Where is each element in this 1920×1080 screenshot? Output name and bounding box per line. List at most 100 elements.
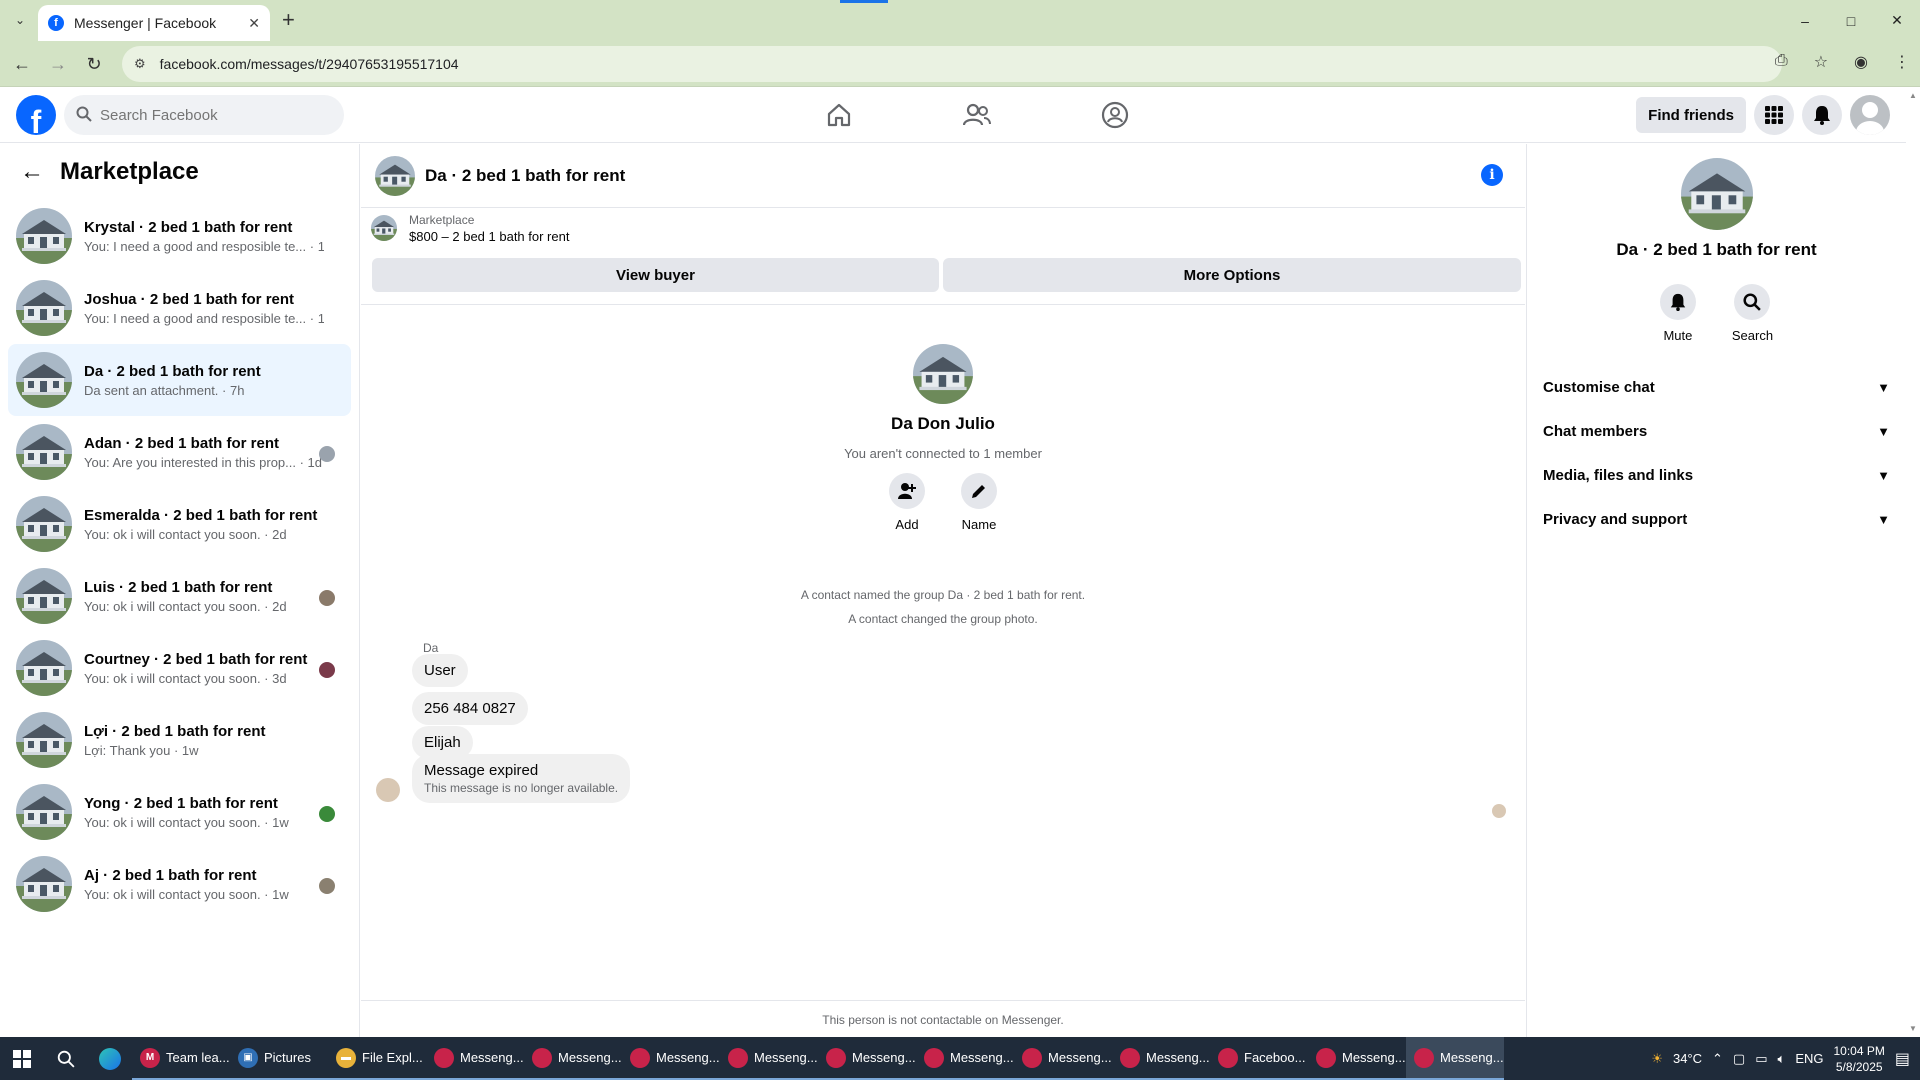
search-chat-button[interactable]: Search: [1732, 284, 1773, 343]
conversation-item[interactable]: Esmeralda · 2 bed 1 bath for rent You: ok…: [8, 488, 351, 560]
add-member-button[interactable]: Add: [889, 473, 925, 532]
date: 5/8/2025: [1835, 1059, 1883, 1074]
tab-close-icon[interactable]: ✕: [248, 15, 260, 32]
taskbar-app-button[interactable]: Messeng...: [524, 1037, 622, 1080]
chat-details-title: Da · 2 bed 1 bath for rent: [1616, 240, 1817, 259]
reload-button[interactable]: ↻: [82, 52, 106, 76]
taskbar-app-button[interactable]: Faceboo...: [1210, 1037, 1308, 1080]
taskbar-app-button[interactable]: Messeng...: [1014, 1037, 1112, 1080]
conversation-item[interactable]: Lợi · 2 bed 1 bath for rent Lợi: Thank yo…: [8, 704, 351, 776]
bookmark-star-icon[interactable]: ☆: [1814, 52, 1828, 72]
taskbar-app-button[interactable]: M Team lea...: [132, 1037, 230, 1080]
weather-temp[interactable]: 34°C: [1673, 1051, 1702, 1066]
taskbar-app-button[interactable]: Messeng...: [720, 1037, 818, 1080]
taskbar-app-label: File Expl...: [362, 1050, 423, 1065]
profile-icon[interactable]: ◉: [1854, 52, 1868, 72]
add-label: Add: [895, 517, 919, 532]
message-bubble[interactable]: 256 484 0827: [412, 692, 528, 725]
volume-icon[interactable]: 🔈︎: [1778, 1051, 1786, 1067]
notifications-bell-icon[interactable]: [1802, 95, 1842, 135]
find-friends-button[interactable]: Find friends: [1636, 97, 1746, 133]
taskbar-app-button[interactable]: Messeng...: [1406, 1037, 1504, 1080]
section-chat-members[interactable]: Chat members ▼: [1543, 409, 1890, 453]
window-controls: – □ ✕: [1782, 0, 1920, 41]
url-bar[interactable]: ⚙ facebook.com/messages/t/29407653195517…: [122, 46, 1782, 82]
back-button[interactable]: ←: [10, 52, 34, 76]
taskbar-app-button[interactable]: Messeng...: [426, 1037, 524, 1080]
taskbar-app-button[interactable]: ▣ Pictures: [230, 1037, 328, 1080]
forward-button[interactable]: →: [46, 52, 70, 76]
new-tab-button[interactable]: +: [282, 8, 295, 32]
taskbar-app-button[interactable]: Messeng...: [916, 1037, 1014, 1080]
group-photo: [913, 344, 973, 404]
taskbar-app-button[interactable]: Messeng...: [1308, 1037, 1406, 1080]
not-contactable-notice: This person is not contactable on Messen…: [361, 1000, 1525, 1037]
scroll-up-icon[interactable]: ▲: [1909, 91, 1917, 100]
chat-details-photo: [1680, 158, 1753, 230]
view-buyer-button[interactable]: View buyer: [372, 258, 939, 292]
notification-center-icon[interactable]: ▤: [1895, 1049, 1910, 1069]
language-indicator[interactable]: ENG: [1795, 1051, 1823, 1066]
edge-browser-icon[interactable]: [88, 1037, 132, 1080]
chat-avatar[interactable]: [375, 155, 415, 196]
section-customise-chat[interactable]: Customise chat ▼: [1543, 365, 1890, 409]
conversation-snippet: Da sent an attachment. · 7h: [84, 382, 245, 398]
close-window-button[interactable]: ✕: [1874, 0, 1920, 41]
tray-app-icon[interactable]: ▢: [1733, 1051, 1745, 1067]
clock[interactable]: 10:04 PM 5/8/2025: [1834, 1043, 1885, 1075]
search-input[interactable]: [100, 106, 320, 124]
marketplace-listing-bar[interactable]: Marketplace $800 – 2 bed 1 bath for rent: [361, 208, 1525, 248]
taskbar-app-button[interactable]: ▬ File Expl...: [328, 1037, 426, 1080]
taskbar-search-icon[interactable]: [44, 1037, 88, 1080]
conversation-item[interactable]: Courtney · 2 bed 1 bath for rent You: ok …: [8, 632, 351, 704]
info-icon[interactable]: i: [1481, 164, 1503, 186]
conversation-item[interactable]: Yong · 2 bed 1 bath for rent You: ok i wi…: [8, 776, 351, 848]
header-right-nav: Find friends: [1636, 95, 1890, 135]
mute-button[interactable]: Mute: [1659, 284, 1696, 343]
message-bubble[interactable]: User: [412, 654, 468, 687]
facebook-search[interactable]: [64, 95, 344, 135]
name-group-button[interactable]: Name: [961, 473, 997, 532]
home-nav-icon[interactable]: [770, 87, 908, 143]
browser-tab[interactable]: f Messenger | Facebook ✕: [38, 5, 270, 41]
conversation-item[interactable]: Krystal · 2 bed 1 bath for rent You: I ne…: [8, 200, 351, 272]
conversation-item[interactable]: Aj · 2 bed 1 bath for rent You: ok i will…: [8, 848, 351, 920]
tray-chevron-up-icon[interactable]: ⌃: [1712, 1051, 1723, 1067]
browser-menu-icon[interactable]: ⋮: [1894, 52, 1910, 72]
expired-subtitle: This message is no longer available.: [424, 781, 619, 795]
system-message: A contact changed the group photo.: [848, 612, 1038, 626]
facebook-logo-icon[interactable]: f: [16, 95, 56, 135]
weather-icon[interactable]: ☀: [1651, 1051, 1663, 1067]
expired-message-bubble[interactable]: Message expired This message is no longe…: [412, 754, 631, 803]
taskbar-app-button[interactable]: Messeng...: [1112, 1037, 1210, 1080]
conversation-name: Courtney · 2 bed 1 bath for rent: [84, 650, 308, 668]
expired-title: Message expired: [424, 762, 539, 779]
minimize-button[interactable]: –: [1782, 0, 1828, 41]
chat-title[interactable]: Da · 2 bed 1 bath for rent: [425, 166, 625, 186]
conversation-item[interactable]: Joshua · 2 bed 1 bath for rent You: I nee…: [8, 272, 351, 344]
network-icon[interactable]: ▭: [1755, 1051, 1767, 1067]
taskbar-app-button[interactable]: Messeng...: [818, 1037, 916, 1080]
friends-nav-icon[interactable]: [908, 87, 1046, 143]
conversation-item[interactable]: Luis · 2 bed 1 bath for rent You: ok i wi…: [8, 560, 351, 632]
section-privacy-support[interactable]: Privacy and support ▼: [1543, 497, 1890, 541]
page-scrollbar[interactable]: ▲ ▼: [1906, 87, 1920, 1037]
conversation-item[interactable]: Adan · 2 bed 1 bath for rent You: Are you…: [8, 416, 351, 488]
tab-search-chevron-icon[interactable]: ⌄: [8, 8, 32, 32]
menu-grid-icon[interactable]: [1754, 95, 1794, 135]
site-info-icon[interactable]: ⚙: [134, 56, 146, 72]
more-options-button[interactable]: More Options: [943, 258, 1521, 292]
taskbar-app-label: Team lea...: [166, 1050, 230, 1065]
section-media-files-links[interactable]: Media, files and links ▼: [1543, 453, 1890, 497]
taskbar-app-button[interactable]: Messeng...: [622, 1037, 720, 1080]
back-arrow-icon[interactable]: ←: [20, 158, 44, 186]
sender-avatar[interactable]: [376, 778, 400, 802]
account-avatar[interactable]: [1850, 95, 1890, 135]
windows-start-icon[interactable]: [0, 1037, 44, 1080]
conversation-item[interactable]: Da · 2 bed 1 bath for rent Da sent an att…: [8, 344, 351, 416]
install-app-icon[interactable]: ⎙: [1775, 52, 1788, 72]
groups-nav-icon[interactable]: [1046, 87, 1184, 143]
maximize-button[interactable]: □: [1828, 0, 1874, 41]
conversation-name: Luis · 2 bed 1 bath for rent: [84, 578, 273, 596]
scroll-down-icon[interactable]: ▼: [1909, 1024, 1917, 1033]
